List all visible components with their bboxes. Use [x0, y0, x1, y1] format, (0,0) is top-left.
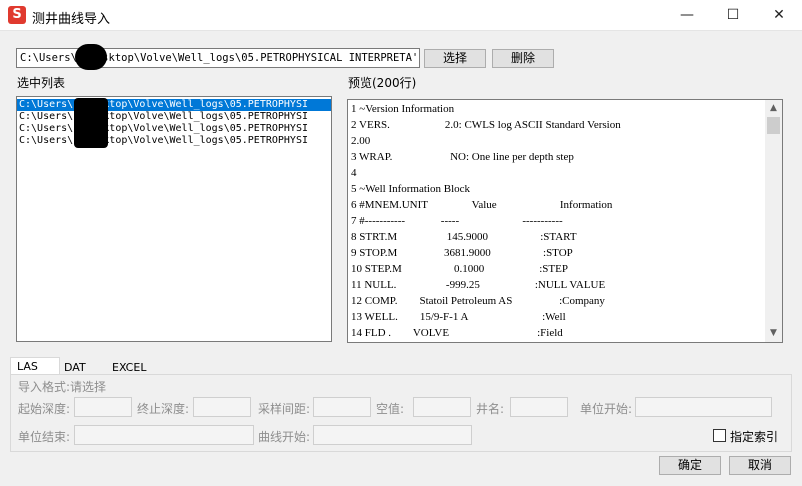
preview-line: 3 WRAP. NO: One line per depth step — [351, 151, 574, 163]
preview-line: 11 NULL. -999.25 :NULL VALUE — [351, 279, 606, 291]
window-title: 测井曲线导入 — [32, 12, 111, 27]
preview-label: 预览(200行) — [348, 76, 417, 90]
specified-index-label: 指定索引 — [730, 430, 779, 444]
preview-line: 13 WELL. 15/9-F-1 A :Well — [351, 311, 566, 323]
tab-excel-vsh[interactable]: EXCEL VSH — [106, 359, 172, 388]
preview-line: 2.00 — [351, 135, 371, 147]
redaction-mark — [75, 44, 107, 70]
curve-start-label: 曲线开始: — [258, 430, 311, 444]
preview-line: 10 STEP.M 0.1000 :STEP — [351, 263, 568, 275]
null-value-field[interactable] — [413, 397, 471, 417]
null-value-label: 空值: — [376, 402, 405, 416]
close-button[interactable]: ✕ — [756, 0, 802, 31]
list-item[interactable]: C:\Users\ \Desktop\Volve\Well_logs\05.PE… — [17, 135, 331, 147]
preview-scrollbar[interactable]: ▲ ▼ — [765, 100, 782, 342]
preview-line: 5 ~Well Information Block — [351, 183, 471, 195]
preview-line: 14 FLD . VOLVE :Field — [351, 327, 563, 339]
start-depth-label: 起始深度: — [18, 402, 71, 416]
select-button[interactable]: 选择 — [424, 49, 486, 68]
preview-line: 4 — [351, 167, 357, 179]
scrollbar-thumb[interactable] — [767, 117, 780, 134]
scroll-up-icon[interactable]: ▲ — [765, 100, 782, 117]
tab-las[interactable]: LAS — [10, 357, 60, 375]
cancel-button[interactable]: 取消 — [729, 456, 791, 475]
preview-line: 8 STRT.M 145.9000 :START — [351, 231, 577, 243]
ok-button[interactable]: 确定 — [659, 456, 721, 475]
end-depth-field[interactable] — [193, 397, 251, 417]
unit-end-label: 单位结束: — [18, 430, 71, 444]
unit-end-field[interactable] — [74, 425, 254, 445]
list-item[interactable]: C:\Users\ \Desktop\Volve\Well_logs\05.PE… — [17, 99, 331, 111]
sample-interval-field[interactable] — [313, 397, 371, 417]
redaction-mark — [74, 98, 108, 148]
app-logo-icon: S — [8, 6, 26, 24]
well-name-field[interactable] — [510, 397, 568, 417]
curve-start-field[interactable] — [313, 425, 472, 445]
list-item[interactable]: C:\Users\ \Desktop\Volve\Well_logs\05.PE… — [17, 111, 331, 123]
specified-index-checkbox[interactable] — [713, 429, 726, 442]
import-format-label: 导入格式:请选择 — [18, 380, 107, 394]
selected-file-list[interactable]: C:\Users\ \Desktop\Volve\Well_logs\05.PE… — [16, 96, 332, 342]
maximize-button[interactable]: ☐ — [710, 0, 756, 31]
preview-line: 9 STOP.M 3681.9000 :STOP — [351, 247, 573, 259]
selected-list-label: 选中列表 — [17, 76, 66, 90]
well-name-label: 井名: — [476, 402, 505, 416]
unit-start-label: 单位开始: — [580, 402, 633, 416]
preview-line: 12 COMP. Statoil Petroleum AS :Company — [351, 295, 605, 307]
preview-line: 6 #MNEM.UNIT Value Information — [351, 199, 613, 211]
unit-start-field[interactable] — [635, 397, 772, 417]
preview-line: 1 ~Version Information — [351, 103, 455, 115]
start-depth-field[interactable] — [74, 397, 132, 417]
end-depth-label: 终止深度: — [137, 402, 190, 416]
title-bar: S 测井曲线导入 — ☐ ✕ — [0, 0, 802, 31]
minimize-button[interactable]: — — [664, 0, 710, 31]
preview-line: 2 VERS. 2.0: CWLS log ASCII Standard Ver… — [351, 119, 621, 131]
delete-button[interactable]: 删除 — [492, 49, 554, 68]
scroll-down-icon[interactable]: ▼ — [765, 325, 782, 342]
sample-interval-label: 采样间距: — [258, 402, 311, 416]
preview-line: 7 #----------- ----- ----------- — [351, 215, 563, 227]
list-item[interactable]: C:\Users\ \Desktop\Volve\Well_logs\05.PE… — [17, 123, 331, 135]
preview-text-area[interactable]: 1 ~Version Information 2 VERS. 2.0: CWLS… — [347, 99, 783, 343]
tab-dat[interactable]: DAT — [60, 359, 106, 374]
